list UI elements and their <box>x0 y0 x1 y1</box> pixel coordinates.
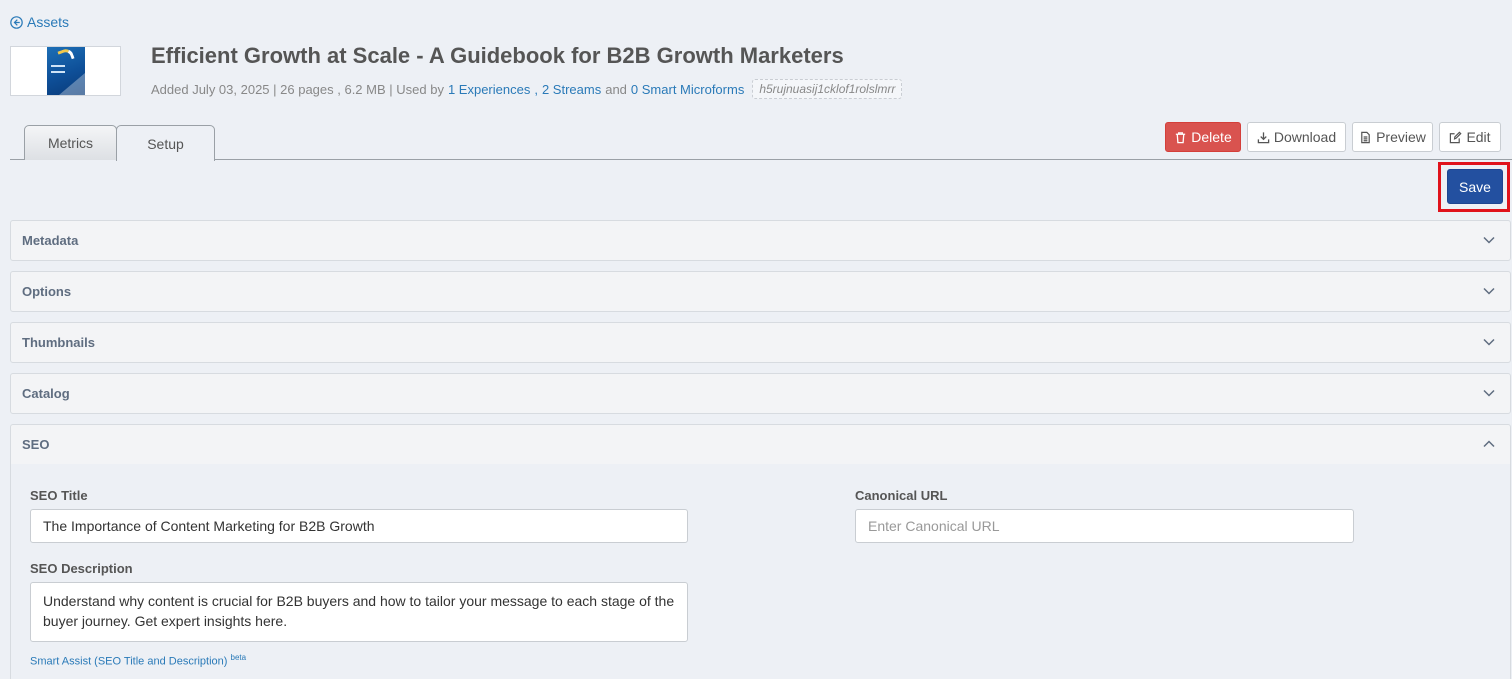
asset-meta: Added July 03, 2025 | 26 pages , 6.2 MB … <box>151 79 903 99</box>
trash-icon <box>1176 131 1186 143</box>
edit-label: Edit <box>1466 129 1491 145</box>
save-button[interactable]: Save <box>1447 169 1503 204</box>
back-link-label: Assets <box>27 14 70 30</box>
download-icon <box>1257 131 1270 143</box>
preview-label: Preview <box>1376 129 1426 145</box>
chevron-down-icon <box>1483 236 1495 244</box>
panel-thumbnails-label: Thumbnails <box>22 335 95 350</box>
file-icon <box>1361 131 1370 143</box>
asset-cover-image <box>47 47 85 95</box>
canonical-url-label: Canonical URL <box>855 488 948 503</box>
chevron-down-icon <box>1483 287 1495 295</box>
edit-icon <box>1450 130 1462 143</box>
panel-options[interactable]: Options <box>10 271 1511 312</box>
experiences-link[interactable]: 1 Experiences <box>448 82 530 97</box>
smart-assist-label: Smart Assist (SEO Title and Description) <box>30 655 228 668</box>
beta-badge: beta <box>230 653 247 662</box>
tab-metrics[interactable]: Metrics <box>24 125 117 160</box>
asset-added-info: Added July 03, 2025 | 26 pages , 6.2 MB … <box>151 81 444 97</box>
asset-thumbnail <box>10 46 121 96</box>
canonical-url-input[interactable] <box>855 509 1354 543</box>
delete-button[interactable]: Delete <box>1165 122 1241 152</box>
panel-seo-label: SEO <box>22 437 50 452</box>
page-title: Efficient Growth at Scale - A Guidebook … <box>151 43 844 68</box>
back-to-assets-link[interactable]: Assets <box>10 14 69 30</box>
seo-title-input[interactable] <box>30 509 688 543</box>
edit-button[interactable]: Edit <box>1439 122 1501 152</box>
panel-seo[interactable]: SEO <box>10 424 1511 465</box>
smart-assist-link[interactable]: Smart Assist (SEO Title and Description)… <box>30 653 246 668</box>
preview-button[interactable]: Preview <box>1352 122 1433 152</box>
tab-setup[interactable]: Setup <box>116 125 215 161</box>
delete-label: Delete <box>1191 129 1232 145</box>
arrow-circle-left-icon <box>10 15 23 29</box>
panel-catalog[interactable]: Catalog <box>10 373 1511 414</box>
seo-description-label: SEO Description <box>30 561 133 576</box>
chevron-up-icon <box>1483 440 1495 448</box>
seo-description-textarea[interactable]: Understand why content is crucial for B2… <box>30 582 688 642</box>
chevron-down-icon <box>1483 338 1495 346</box>
seo-panel-body <box>10 464 1511 679</box>
panel-options-label: Options <box>22 284 72 299</box>
panel-metadata-label: Metadata <box>22 233 79 248</box>
tabs-divider <box>10 159 1512 160</box>
download-button[interactable]: Download <box>1247 122 1346 152</box>
streams-link[interactable]: 2 Streams <box>542 82 601 97</box>
seo-title-label: SEO Title <box>30 488 88 503</box>
panel-metadata[interactable]: Metadata <box>10 220 1511 261</box>
chevron-down-icon <box>1483 389 1495 397</box>
microforms-link[interactable]: 0 Smart Microforms <box>631 82 744 97</box>
and-text: and <box>605 81 627 97</box>
asset-id-badge: h5rujnuasij1cklof1rolslmrr <box>752 79 903 99</box>
comma-separator: , <box>534 81 538 97</box>
download-label: Download <box>1273 129 1337 145</box>
panel-catalog-label: Catalog <box>22 386 70 401</box>
panel-thumbnails[interactable]: Thumbnails <box>10 322 1511 363</box>
